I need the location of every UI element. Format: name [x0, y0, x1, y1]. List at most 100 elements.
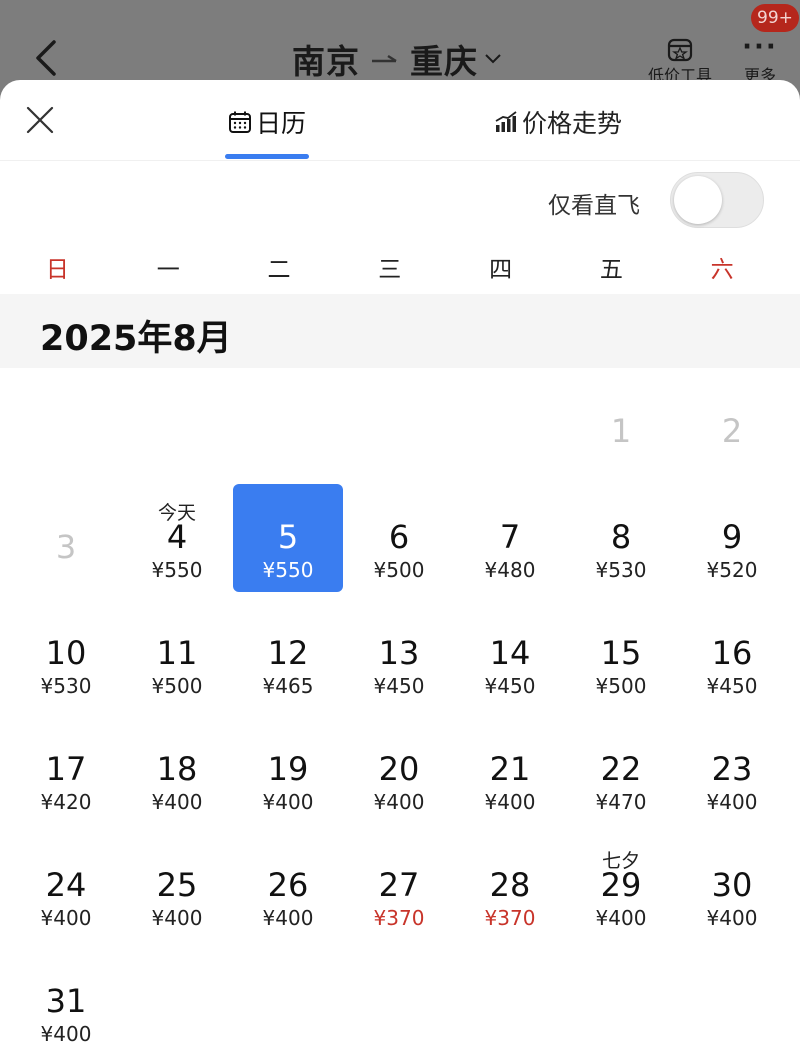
- day-number: 22: [600, 750, 642, 788]
- day-price: ¥450: [484, 674, 536, 698]
- calendar-day[interactable]: 28 ¥370: [455, 832, 565, 940]
- notification-badge: 99+: [751, 4, 799, 32]
- day-price: ¥550: [262, 558, 314, 582]
- calendar-day[interactable]: 14 ¥450: [455, 600, 565, 708]
- day-price: ¥450: [373, 674, 425, 698]
- day-price: ¥465: [262, 674, 314, 698]
- calendar-day[interactable]: 23 ¥400: [677, 716, 787, 824]
- day-number: 5: [277, 518, 299, 556]
- day-price: ¥400: [40, 906, 92, 930]
- weekday-mon: 一: [156, 257, 180, 283]
- weekday-sat: 六: [710, 257, 734, 283]
- weekday-thu: 四: [489, 257, 513, 283]
- weekday-header: 日 一 二 三 四 五 六: [0, 248, 800, 292]
- day-number: 28: [489, 866, 531, 904]
- tabs-divider: [0, 160, 800, 161]
- destination-city: 重庆: [410, 42, 478, 81]
- calendar-day[interactable]: 16 ¥450: [677, 600, 787, 708]
- day-number: 14: [489, 634, 531, 672]
- calendar-day[interactable]: 七夕 29 ¥400: [566, 832, 676, 940]
- day-price: ¥400: [262, 906, 314, 930]
- day-number: 7: [499, 518, 521, 556]
- calendar-day[interactable]: 17 ¥420: [11, 716, 121, 824]
- more-label: 更多: [743, 66, 776, 80]
- direct-only-toggle[interactable]: [670, 172, 764, 228]
- day-price: ¥550: [151, 558, 203, 582]
- day-number: 16: [711, 634, 753, 672]
- shop-icon: [667, 38, 693, 62]
- day-price: ¥500: [373, 558, 425, 582]
- day-price: ¥370: [484, 906, 536, 930]
- day-price: ¥500: [151, 674, 203, 698]
- calendar-day[interactable]: 今天 4 ¥550: [122, 484, 232, 592]
- calendar-day[interactable]: 10 ¥530: [11, 600, 121, 708]
- one-way-arrow-icon: [372, 54, 397, 63]
- day-number: 17: [45, 750, 87, 788]
- day-price: ¥400: [151, 906, 203, 930]
- day-number: 27: [378, 866, 420, 904]
- month-title: 2025年8月: [40, 319, 232, 359]
- toggle-knob: [674, 176, 722, 224]
- active-tab-indicator: [225, 154, 309, 159]
- calendar-day[interactable]: 7 ¥480: [455, 484, 565, 592]
- weekday-wed: 三: [378, 257, 402, 283]
- calendar-day[interactable]: 22 ¥470: [566, 716, 676, 824]
- calendar-day: 1: [566, 368, 676, 476]
- day-number: 1: [610, 412, 632, 450]
- weekday-tue: 二: [267, 257, 291, 283]
- calendar-day[interactable]: 18 ¥400: [122, 716, 232, 824]
- back-arrow-icon[interactable]: [30, 38, 64, 78]
- tab-price-trend-label: 价格走势: [522, 109, 623, 138]
- calendar-day[interactable]: 9 ¥520: [677, 484, 787, 592]
- day-number: 9: [721, 518, 743, 556]
- calendar-day[interactable]: 27 ¥370: [344, 832, 454, 940]
- day-number: 10: [45, 634, 87, 672]
- day-price: ¥420: [40, 790, 92, 814]
- day-number: 4: [166, 518, 188, 556]
- calendar-day[interactable]: 12 ¥465: [233, 600, 343, 708]
- day-price: ¥400: [373, 790, 425, 814]
- day-number: 24: [45, 866, 87, 904]
- calendar-day[interactable]: 20 ¥400: [344, 716, 454, 824]
- calendar-day[interactable]: 31 ¥400: [11, 948, 121, 1056]
- trend-chart-icon: [495, 111, 517, 132]
- day-number: 30: [711, 866, 753, 904]
- day-price: ¥470: [595, 790, 647, 814]
- day-number: 12: [267, 634, 309, 672]
- close-icon[interactable]: [24, 104, 56, 136]
- day-price: ¥450: [706, 674, 758, 698]
- day-number: 29: [600, 866, 642, 904]
- calendar-day[interactable]: 11 ¥500: [122, 600, 232, 708]
- route-title[interactable]: 南京 重庆: [292, 34, 502, 84]
- day-number: 13: [378, 634, 420, 672]
- calendar-day[interactable]: 15 ¥500: [566, 600, 676, 708]
- day-number: 2: [721, 412, 743, 450]
- tab-calendar[interactable]: 日历: [228, 100, 306, 144]
- day-number: 21: [489, 750, 531, 788]
- calendar-day[interactable]: 30 ¥400: [677, 832, 787, 940]
- tab-calendar-label: 日历: [256, 109, 307, 138]
- day-price: ¥400: [484, 790, 536, 814]
- calendar-day[interactable]: 8 ¥530: [566, 484, 676, 592]
- calendar-day[interactable]: 26 ¥400: [233, 832, 343, 940]
- calendar-day[interactable]: 24 ¥400: [11, 832, 121, 940]
- calendar-day[interactable]: 21 ¥400: [455, 716, 565, 824]
- month-header: 2025年8月: [0, 294, 800, 368]
- calendar-day[interactable]: 13 ¥450: [344, 600, 454, 708]
- day-price: ¥400: [595, 906, 647, 930]
- day-number: 11: [156, 634, 198, 672]
- calendar-day-selected[interactable]: 5 ¥550: [233, 484, 343, 592]
- more-dots-icon: ···: [742, 32, 778, 62]
- day-price: ¥520: [706, 558, 758, 582]
- day-price: ¥400: [706, 906, 758, 930]
- day-price: ¥400: [706, 790, 758, 814]
- day-price: ¥480: [484, 558, 536, 582]
- day-number: 19: [267, 750, 309, 788]
- tab-price-trend[interactable]: 价格走势: [494, 100, 622, 144]
- weekday-fri: 五: [599, 257, 623, 283]
- calendar-day[interactable]: 19 ¥400: [233, 716, 343, 824]
- calendar-day[interactable]: 6 ¥500: [344, 484, 454, 592]
- calendar-day[interactable]: 25 ¥400: [122, 832, 232, 940]
- date-picker-sheet: 日历 价格走势 仅看直飞 日 一 二 三 四 五 六 2025年8月 1 2 3 今天…: [0, 80, 800, 1060]
- chevron-down-icon: [485, 54, 501, 64]
